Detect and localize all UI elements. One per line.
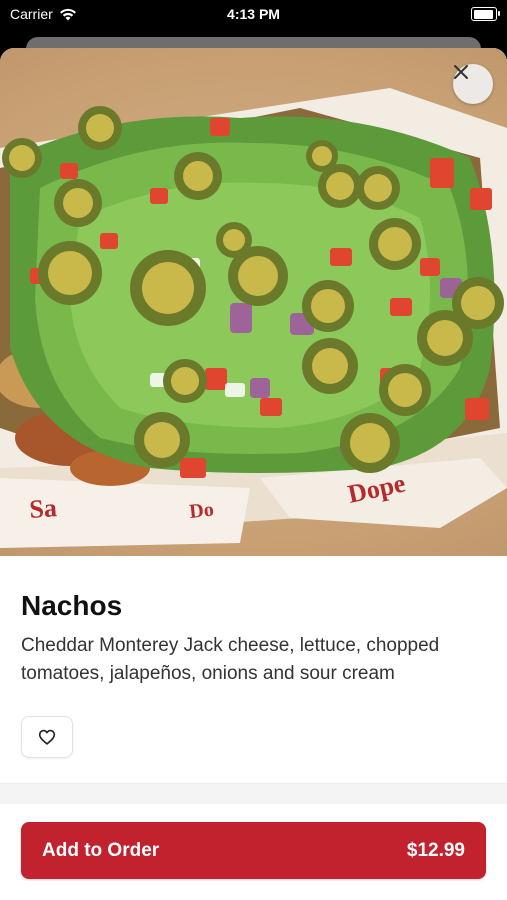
svg-text:Do: Do (188, 499, 215, 523)
status-bar: Carrier 4:13 PM (0, 0, 507, 30)
close-icon (454, 65, 468, 79)
item-photo: Sa Dope Do (0, 48, 507, 556)
add-to-order-label: Add to Order (42, 839, 160, 861)
item-details: Nachos Cheddar Monterey Jack cheese, let… (0, 556, 507, 758)
item-description: Cheddar Monterey Jack cheese, lettuce, c… (21, 635, 440, 684)
close-button[interactable] (453, 64, 493, 104)
heart-icon (38, 729, 56, 745)
section-divider (0, 783, 507, 804)
nachos-illustration: Sa Dope Do (0, 88, 507, 548)
svg-text:Sa: Sa (28, 493, 57, 524)
item-price: $12.99 (406, 839, 465, 861)
favorite-button[interactable] (21, 716, 73, 758)
battery-icon (471, 7, 500, 21)
status-time: 4:13 PM (227, 6, 280, 22)
item-title: Nachos (21, 590, 123, 621)
item-detail-sheet: Sa Dope Do Nachos Cheddar Monterey Jack … (0, 48, 507, 900)
add-to-order-button[interactable]: Add to Order $12.99 (21, 822, 486, 879)
